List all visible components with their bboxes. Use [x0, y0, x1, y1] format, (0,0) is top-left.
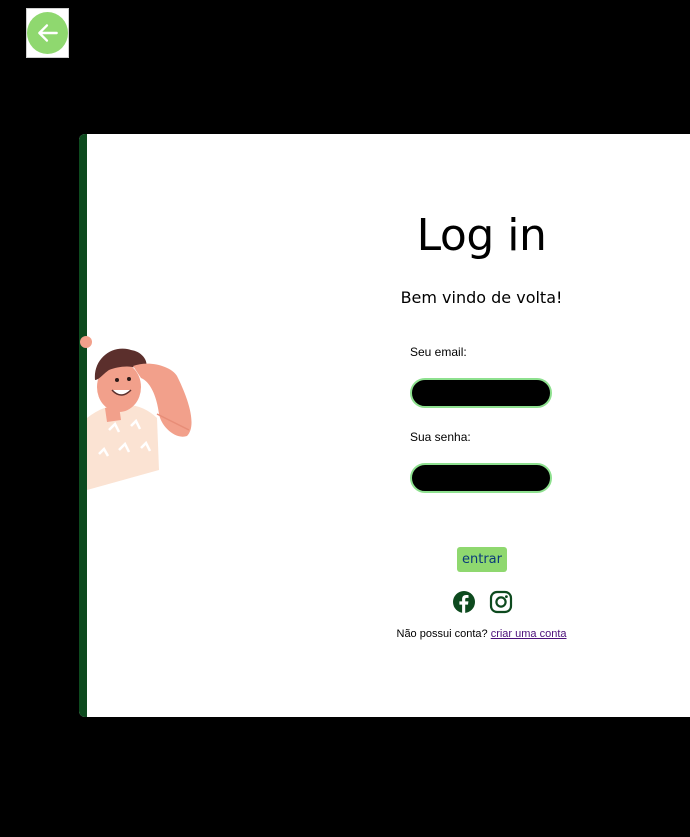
- create-account-link[interactable]: criar uma conta: [491, 628, 567, 640]
- email-label: Seu email:: [410, 345, 467, 359]
- facebook-icon[interactable]: [452, 590, 476, 614]
- password-label: Sua senha:: [410, 430, 471, 444]
- signup-prompt-text: Não possui conta?: [396, 628, 488, 640]
- login-page: Log in Bem vindo de volta! Seu email: Su…: [0, 0, 690, 837]
- peeking-man-illustration: [80, 336, 192, 490]
- signup-prompt-line: Não possui conta? criar uma conta: [339, 628, 624, 640]
- arrow-left-icon: [37, 24, 58, 42]
- welcome-subtitle: Bem vindo de volta!: [400, 288, 563, 307]
- instagram-icon[interactable]: [489, 590, 513, 614]
- email-field[interactable]: [410, 378, 552, 408]
- back-circle: [27, 12, 68, 54]
- back-button[interactable]: [26, 8, 69, 58]
- login-submit-button[interactable]: entrar: [457, 547, 507, 572]
- login-card: Log in Bem vindo de volta! Seu email: Su…: [79, 134, 690, 717]
- page-title: Log in: [416, 210, 547, 261]
- password-field[interactable]: [410, 463, 552, 493]
